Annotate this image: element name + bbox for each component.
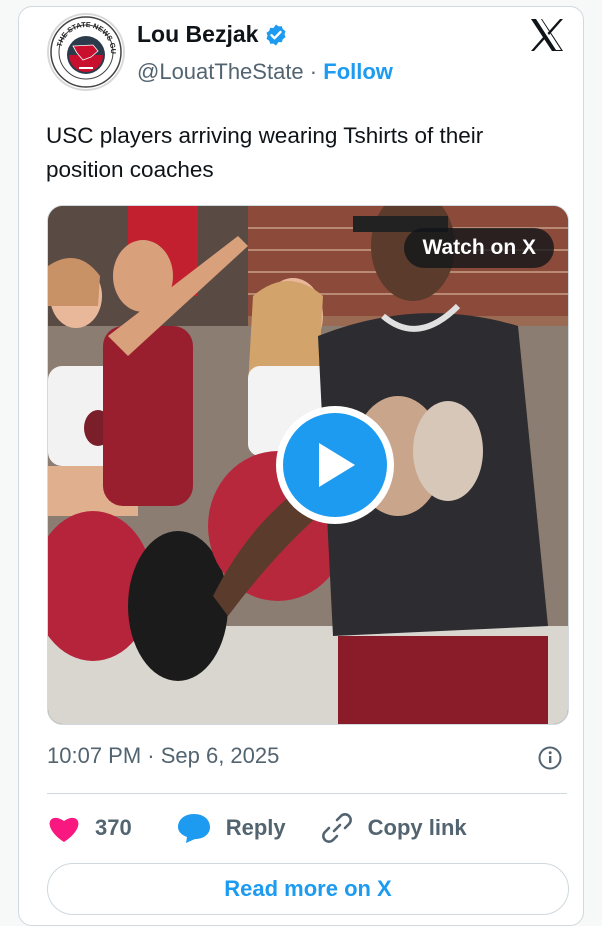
- author-handle-row: @LouatTheState · Follow: [137, 59, 393, 85]
- author-handle[interactable]: @LouatTheState: [137, 59, 304, 84]
- play-button[interactable]: [276, 406, 394, 524]
- copy-link-label: Copy link: [367, 815, 467, 840]
- handle-separator: ·: [309, 59, 318, 84]
- heart-icon: [49, 817, 79, 842]
- verified-badge-icon: [266, 24, 286, 45]
- author-name[interactable]: Lou Bezjak: [137, 21, 258, 48]
- news-guild-logo: THE STATE NEWS GUILD: [49, 15, 122, 88]
- tweet-timestamp[interactable]: 10:07 PM · Sep 6, 2025: [47, 743, 279, 769]
- x-logo-icon[interactable]: [527, 15, 567, 55]
- link-icon: [321, 813, 352, 843]
- avatar[interactable]: THE STATE NEWS GUILD: [47, 13, 125, 91]
- reply-bubble-icon: [177, 814, 210, 843]
- action-bar: 370 Reply Copy link: [47, 811, 467, 845]
- tweet-text: USC players arriving wearing Tshirts of …: [46, 123, 484, 182]
- info-icon[interactable]: [537, 745, 563, 771]
- reply-button[interactable]: Reply: [176, 812, 286, 844]
- like-button[interactable]: 370: [47, 813, 132, 843]
- like-count: 370: [95, 815, 132, 840]
- author-name-row: Lou Bezjak: [137, 21, 288, 48]
- video-media[interactable]: Watch on X: [47, 205, 569, 725]
- read-more-button[interactable]: Read more on X: [47, 863, 569, 915]
- play-icon: [319, 443, 355, 487]
- divider: [47, 793, 567, 794]
- reply-label: Reply: [225, 815, 286, 840]
- follow-button[interactable]: Follow: [323, 59, 393, 84]
- watch-on-x-button[interactable]: Watch on X: [404, 228, 554, 268]
- copy-link-button[interactable]: Copy link: [320, 811, 467, 845]
- tweet-card: THE STATE NEWS GUILD Lou Bezjak @LouatTh…: [18, 6, 584, 926]
